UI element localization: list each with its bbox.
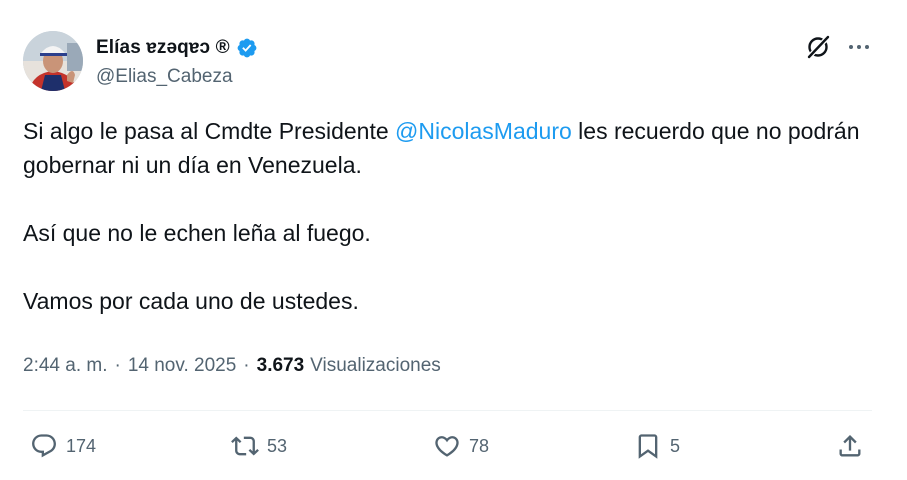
- tweet-text: Si algo le pasa al Cmdte Presidente @Nic…: [23, 114, 883, 318]
- reply-button[interactable]: 174: [30, 428, 96, 464]
- tweet-paragraph-2: Así que no le echen leña al fuego.: [23, 220, 371, 246]
- like-button[interactable]: 78: [433, 428, 489, 464]
- views-label: Visualizaciones: [310, 355, 441, 376]
- repost-count: 53: [267, 435, 288, 456]
- author-name-row: Elías ɐzǝqɐɔ ®: [96, 36, 258, 60]
- meta-separator: ·: [243, 355, 250, 376]
- repost-button[interactable]: 53: [231, 428, 287, 464]
- like-count: 78: [469, 435, 490, 456]
- reply-icon: [32, 434, 56, 458]
- bookmark-count: 5: [670, 435, 681, 456]
- author-handle[interactable]: @Elias_Cabeza: [96, 66, 233, 88]
- tweet-meta: 2:44 a. m. · 14 nov. 2025 · 3.673 Visual…: [23, 355, 441, 377]
- author-display-name[interactable]: Elías ɐzǝqɐɔ ®: [96, 37, 230, 59]
- avatar[interactable]: [23, 31, 83, 91]
- repost-icon: [231, 436, 259, 456]
- verified-badge-icon: [237, 38, 257, 58]
- tweet-paragraph-1: Si algo le pasa al Cmdte Presidente @Nic…: [23, 114, 883, 182]
- avatar-photo: [23, 31, 83, 91]
- mention-link[interactable]: @NicolasMaduro: [395, 118, 572, 144]
- more-icon[interactable]: [845, 36, 873, 58]
- tweet-card: Elías ɐzǝqɐɔ ® @Elias_Cabeza Si algo le …: [0, 0, 907, 480]
- grok-icon[interactable]: [805, 34, 831, 60]
- share-button[interactable]: [836, 428, 864, 464]
- tweet-time[interactable]: 2:44 a. m.: [23, 355, 108, 377]
- divider: [23, 410, 872, 411]
- bookmark-icon: [638, 434, 658, 459]
- bookmark-button[interactable]: 5: [634, 428, 680, 464]
- meta-separator: ·: [114, 355, 121, 376]
- share-icon: [839, 435, 861, 457]
- like-icon: [435, 436, 459, 457]
- tweet-text-prefix: Si algo le pasa al Cmdte Presidente: [23, 118, 396, 144]
- tweet-date[interactable]: 14 nov. 2025: [128, 355, 236, 377]
- reply-count: 174: [66, 435, 97, 456]
- views-count: 3.673: [256, 355, 305, 376]
- tweet-paragraph-3: Vamos por cada uno de ustedes.: [23, 288, 359, 314]
